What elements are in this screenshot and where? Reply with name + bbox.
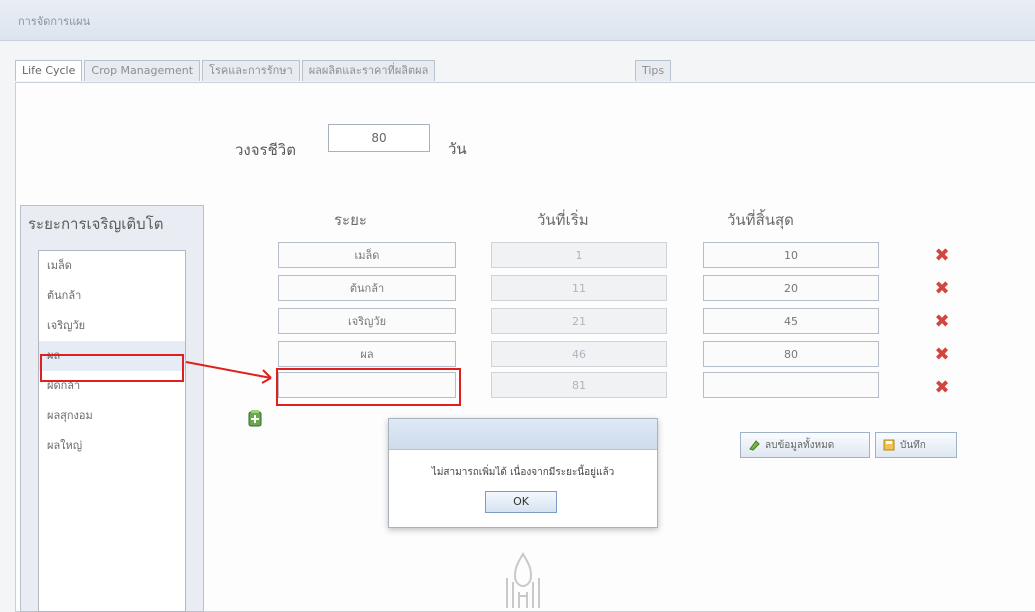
save-button[interactable]: บันทึก xyxy=(875,432,957,458)
clear-all-button[interactable]: ลบข้อมูลทั้งหมด xyxy=(740,432,870,458)
save-label: บันทึก xyxy=(900,440,926,451)
save-icon xyxy=(883,439,895,451)
list-item[interactable]: เจริญวัย xyxy=(39,311,185,341)
growth-stage-title: ระยะการเจริญเติบโต xyxy=(28,215,164,233)
life-cycle-input[interactable]: 80 xyxy=(328,124,430,152)
message-dialog: ไม่สามารถเพิ่มได้ เนื่องจากมีระยะนี้อยู่… xyxy=(388,418,658,528)
tab-strip: Life Cycle Crop Management โรคและการรักษ… xyxy=(15,60,672,82)
dialog-message: ไม่สามารถเพิ่มได้ เนื่องจากมีระยะนี้อยู่… xyxy=(431,467,615,478)
start-day-field: 81 xyxy=(491,372,667,398)
end-day-field[interactable] xyxy=(703,372,879,398)
dialog-header xyxy=(389,419,657,450)
tab-disease-treatment[interactable]: โรคและการรักษา xyxy=(202,60,300,81)
delete-icon[interactable]: ✖ xyxy=(934,313,950,331)
arrow-icon xyxy=(185,361,272,384)
tab-yield-price[interactable]: ผลผลิตและราคาที่ผลิตผล xyxy=(301,60,436,81)
end-day-field[interactable]: 45 xyxy=(703,308,879,334)
list-item[interactable]: ต้นกล้า xyxy=(39,281,185,311)
header-end-day: วันที่สิ้นสุด xyxy=(727,211,794,229)
delete-icon[interactable]: ✖ xyxy=(934,280,950,298)
start-day-field: 1 xyxy=(491,242,667,268)
life-cycle-unit: วัน xyxy=(448,140,467,158)
start-day-field: 11 xyxy=(491,275,667,301)
clear-all-label: ลบข้อมูลทั้งหมด xyxy=(765,440,835,451)
end-day-field[interactable]: 80 xyxy=(703,341,879,367)
window-title-bar: การจัดการแผน xyxy=(0,0,1035,41)
ok-button[interactable]: OK xyxy=(485,491,557,513)
delete-icon[interactable]: ✖ xyxy=(934,346,950,364)
header-start-day: วันที่เริ่ม xyxy=(537,211,589,229)
stage-name-field[interactable]: ต้นกล้า xyxy=(278,275,456,301)
growth-stage-list[interactable]: เมล็ด ต้นกล้า เจริญวัย ผล ผิดกล้า ผลสุกง… xyxy=(38,250,186,612)
add-stage-icon[interactable] xyxy=(246,408,264,428)
delete-icon[interactable]: ✖ xyxy=(934,379,950,397)
start-day-field: 46 xyxy=(491,341,667,367)
delete-icon[interactable]: ✖ xyxy=(934,247,950,265)
start-day-field: 21 xyxy=(491,308,667,334)
stage-name-field[interactable]: เจริญวัย xyxy=(278,308,456,334)
stage-name-field[interactable]: ผล xyxy=(278,341,456,367)
stage-name-field[interactable]: เมล็ด xyxy=(278,242,456,268)
life-cycle-label: วงจรชีวิต xyxy=(235,141,296,159)
eraser-icon xyxy=(749,440,760,451)
selected-stage-highlight xyxy=(40,354,184,382)
new-stage-highlight xyxy=(276,368,461,406)
end-day-field[interactable]: 20 xyxy=(703,275,879,301)
tab-tips[interactable]: Tips xyxy=(635,60,672,81)
end-day-field[interactable]: 10 xyxy=(703,242,879,268)
tab-life-cycle[interactable]: Life Cycle xyxy=(15,60,83,81)
list-item[interactable]: ผลใหญ่ xyxy=(39,431,185,461)
tab-crop-management[interactable]: Crop Management xyxy=(84,60,201,81)
list-item[interactable]: ผลสุกงอม xyxy=(39,401,185,431)
header-stage: ระยะ xyxy=(334,211,367,229)
watermark-logo xyxy=(506,552,540,608)
list-item[interactable]: เมล็ด xyxy=(39,251,185,281)
window-title: การจัดการแผน xyxy=(18,15,91,28)
